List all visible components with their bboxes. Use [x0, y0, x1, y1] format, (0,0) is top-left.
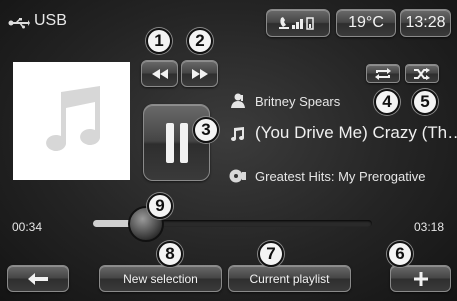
music-note-icon: [46, 86, 100, 151]
usb-icon: [8, 16, 30, 29]
pause-icon: [165, 122, 188, 163]
back-button[interactable]: [7, 265, 69, 292]
shuffle-icon: [414, 67, 430, 80]
callout-3: 3: [193, 117, 219, 143]
phone-status-button[interactable]: [266, 9, 330, 37]
new-selection-label: New selection: [123, 271, 198, 286]
repeat-button[interactable]: [366, 64, 400, 83]
callout-7: 7: [258, 241, 284, 267]
phone-signal-icon: [279, 17, 314, 30]
artist-icon: [229, 93, 247, 109]
plus-icon: [413, 271, 428, 286]
source-label: USB: [34, 12, 67, 29]
back-arrow-icon: [28, 272, 48, 285]
new-selection-button[interactable]: New selection: [99, 265, 222, 292]
callout-8: 8: [157, 241, 183, 267]
disc-icon: [229, 169, 247, 183]
callout-9: 9: [147, 193, 173, 219]
artist-name: Britney Spears: [255, 94, 341, 109]
title-note-icon: [229, 126, 245, 142]
track-title: (You Drive Me) Crazy (Th…: [255, 123, 457, 142]
current-playlist-label: Current playlist: [249, 271, 330, 286]
next-track-button[interactable]: [181, 60, 218, 87]
callout-4: 4: [374, 89, 400, 115]
album-art: [13, 62, 130, 180]
clock-button[interactable]: 13:28: [400, 9, 451, 37]
total-time: 03:18: [414, 220, 445, 234]
current-playlist-button[interactable]: Current playlist: [228, 265, 351, 292]
temperature-button[interactable]: 19°C: [336, 9, 396, 37]
callout-5: 5: [412, 89, 438, 115]
callout-2: 2: [187, 28, 213, 54]
play-pause-button[interactable]: [143, 104, 210, 181]
callout-1: 1: [146, 28, 172, 54]
shuffle-button[interactable]: [405, 64, 439, 83]
repeat-icon: [375, 67, 391, 80]
clock-value: 13:28: [405, 14, 446, 31]
add-button[interactable]: [390, 265, 451, 292]
rewind-icon: [151, 68, 168, 79]
previous-track-button[interactable]: [141, 60, 178, 87]
fast-forward-icon: [191, 68, 208, 79]
callout-6: 6: [387, 241, 413, 267]
album-name: Greatest Hits: My Prerogative: [255, 169, 426, 184]
elapsed-time: 00:34: [12, 220, 43, 234]
temperature-value: 19°C: [348, 14, 384, 31]
